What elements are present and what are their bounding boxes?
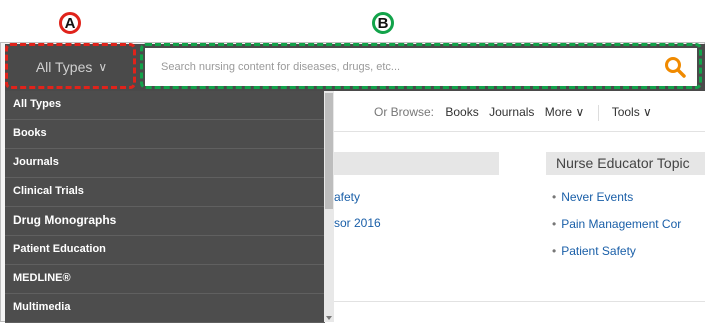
topic-link-patient-safety[interactable]: • Patient Safety: [552, 244, 636, 258]
topic-link-never-events[interactable]: • Never Events: [552, 190, 633, 204]
type-dropdown-menu: All Types Books Journals Clinical Trials…: [5, 91, 325, 323]
annotation-box-a: [5, 43, 136, 89]
dropdown-item-medline[interactable]: MEDLINE®: [5, 265, 325, 294]
browse-label: Or Browse:: [374, 105, 435, 120]
browse-books-link[interactable]: Books: [445, 105, 478, 119]
scroll-down-arrow-icon[interactable]: [326, 316, 332, 320]
dropdown-item-journals[interactable]: Journals: [5, 149, 325, 178]
annotation-badge-a: A: [59, 12, 81, 34]
bullet-icon: •: [552, 217, 557, 231]
browse-more-menu[interactable]: More ∨: [545, 105, 584, 119]
topic-link-label: Patient Safety: [561, 244, 636, 258]
main-content: Or Browse: Books Journals More ∨ Tools ∨…: [334, 91, 705, 322]
dropdown-item-drug-monographs[interactable]: Drug Monographs: [5, 207, 325, 236]
bullet-icon: •: [552, 190, 557, 204]
dropdown-item-books[interactable]: Books: [5, 120, 325, 149]
dropdown-scrollbar[interactable]: [324, 91, 334, 322]
topic-link-label: Pain Management Cor: [561, 217, 682, 231]
browse-journals-link[interactable]: Journals: [489, 105, 534, 119]
dropdown-item-patient-education[interactable]: Patient Education: [5, 236, 325, 265]
tools-menu[interactable]: Tools ∨: [612, 105, 652, 119]
dropdown-item-clinical-trials[interactable]: Clinical Trials: [5, 178, 325, 207]
annotation-box-b: [140, 43, 702, 89]
right-panel-title: Nurse Educator Topic: [546, 152, 705, 175]
dropdown-item-multimedia[interactable]: Multimedia: [5, 294, 325, 323]
browse-bar: Or Browse: Books Journals More ∨ Tools ∨: [374, 105, 652, 121]
divider: [334, 301, 705, 302]
scrollbar-thumb[interactable]: [325, 93, 333, 209]
divider: [597, 105, 599, 121]
topic-link-pain-management[interactable]: • Pain Management Cor: [552, 217, 681, 231]
dropdown-item-all-types[interactable]: All Types: [5, 91, 325, 120]
divider: [334, 131, 705, 132]
left-panel-header: [334, 152, 499, 175]
left-link-1[interactable]: afety: [334, 190, 360, 204]
topic-link-label: Never Events: [561, 190, 634, 204]
bullet-icon: •: [552, 244, 557, 258]
annotation-badge-b: B: [372, 12, 394, 34]
left-link-2[interactable]: sor 2016: [334, 216, 381, 230]
